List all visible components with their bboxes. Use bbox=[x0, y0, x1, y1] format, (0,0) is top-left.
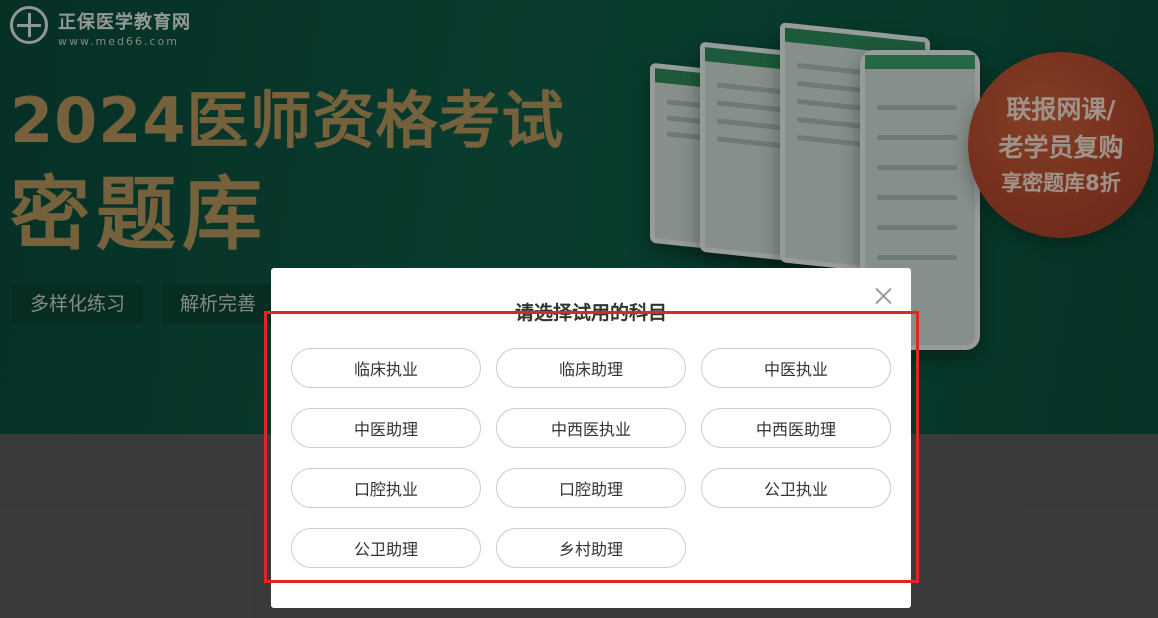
subject-option-dental-practitioner[interactable]: 口腔执业 bbox=[291, 468, 481, 508]
subject-option-tcm-assistant[interactable]: 中医助理 bbox=[291, 408, 481, 448]
subject-option-public-health-assistant[interactable]: 公卫助理 bbox=[291, 528, 481, 568]
subject-option-clinical-assistant[interactable]: 临床助理 bbox=[496, 348, 686, 388]
subject-option-tcm-practitioner[interactable]: 中医执业 bbox=[701, 348, 891, 388]
subject-option-rural-assistant[interactable]: 乡村助理 bbox=[496, 528, 686, 568]
subject-options-grid: 临床执业 临床助理 中医执业 中医助理 中西医执业 中西医助理 口腔执业 口腔助… bbox=[291, 348, 891, 568]
subject-option-integrated-assistant[interactable]: 中西医助理 bbox=[701, 408, 891, 448]
subject-option-public-health-practitioner[interactable]: 公卫执业 bbox=[701, 468, 891, 508]
dialog-title: 请选择试用的科目 bbox=[514, 302, 667, 324]
subject-select-dialog: 请选择试用的科目 临床执业 临床助理 中医执业 中医助理 中西医执业 中西医助理… bbox=[271, 268, 911, 608]
subject-option-integrated-practitioner[interactable]: 中西医执业 bbox=[496, 408, 686, 448]
subject-option-dental-assistant[interactable]: 口腔助理 bbox=[496, 468, 686, 508]
close-icon[interactable] bbox=[871, 284, 895, 308]
subject-option-clinical-practitioner[interactable]: 临床执业 bbox=[291, 348, 481, 388]
